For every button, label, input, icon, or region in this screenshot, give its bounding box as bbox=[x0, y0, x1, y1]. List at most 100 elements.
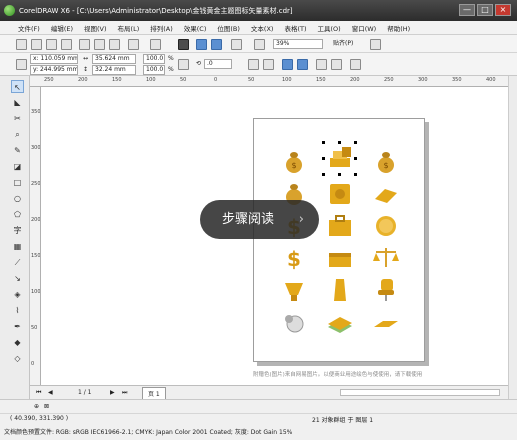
ruler-mark: 150 bbox=[316, 77, 326, 83]
money-bag-icon[interactable]: $ bbox=[281, 149, 307, 175]
redo-icon[interactable] bbox=[150, 39, 161, 50]
maximize-button[interactable]: □ bbox=[477, 4, 493, 16]
gold-bar-flat-icon[interactable] bbox=[373, 309, 399, 335]
smart-fill-tool-icon[interactable]: ◪ bbox=[11, 160, 24, 173]
crop-tool-icon[interactable]: ✂ bbox=[11, 112, 24, 125]
lock-ratio-icon[interactable] bbox=[178, 59, 189, 70]
mirror-vertical-icon[interactable] bbox=[263, 59, 274, 70]
blend-tool-icon[interactable]: ◈ bbox=[11, 288, 24, 301]
zoom-level-select[interactable]: 39% bbox=[273, 39, 323, 49]
pick-tool-icon[interactable]: ↖ bbox=[11, 80, 24, 93]
connector-tool-icon[interactable]: ↘ bbox=[11, 272, 24, 285]
snap-to-dropdown[interactable]: 贴齐(P) bbox=[333, 40, 353, 48]
print-icon[interactable] bbox=[61, 39, 72, 50]
menu-window[interactable]: 窗口(W) bbox=[352, 23, 377, 33]
freehand-tool-icon[interactable]: ✎ bbox=[11, 144, 24, 157]
undo-icon[interactable] bbox=[128, 39, 139, 50]
zoom-tool-icon[interactable]: ⌕ bbox=[11, 128, 24, 141]
table-tool-icon[interactable]: ▦ bbox=[11, 240, 24, 253]
open-icon[interactable] bbox=[31, 39, 42, 50]
menu-arrange[interactable]: 排列(A) bbox=[150, 23, 173, 33]
object-origin-icon[interactable] bbox=[16, 59, 27, 70]
menu-layout[interactable]: 布局(L) bbox=[118, 23, 140, 33]
outline-pen-tool-icon[interactable]: ✒ bbox=[11, 320, 24, 333]
prev-page-icon[interactable]: ◀ bbox=[48, 389, 53, 396]
gold-coin-icon[interactable] bbox=[373, 213, 399, 239]
width-field[interactable]: 35.624 mm bbox=[92, 54, 136, 64]
next-page-icon[interactable]: ▶ bbox=[110, 389, 115, 396]
combine-icon[interactable] bbox=[316, 59, 327, 70]
ruler-mark: 100 bbox=[31, 289, 41, 295]
color-profile-info[interactable]: 文档颜色预置文件: RGB: sRGB IEC61966-2.1; CMYK: … bbox=[4, 427, 292, 436]
dollar-sign-icon[interactable]: $ bbox=[281, 245, 307, 271]
welcome-screen-icon[interactable] bbox=[254, 39, 265, 50]
briefcase-icon[interactable] bbox=[327, 213, 353, 239]
horizontal-scrollbar[interactable] bbox=[340, 389, 500, 396]
import-icon[interactable] bbox=[196, 39, 207, 50]
ruler-mark: 0 bbox=[31, 361, 35, 367]
cut-icon[interactable] bbox=[79, 39, 90, 50]
menu-file[interactable]: 文件(F) bbox=[18, 23, 40, 33]
close-button[interactable]: × bbox=[495, 4, 511, 16]
y-position-field[interactable]: y: 244.995 mm bbox=[30, 65, 78, 75]
scale-y-field[interactable]: 100.0 bbox=[143, 65, 165, 75]
shape-tool-icon[interactable]: ◣ bbox=[11, 96, 24, 109]
x-position-field[interactable]: x: 110.059 mm bbox=[30, 54, 78, 64]
gold-bar-icon[interactable] bbox=[327, 277, 353, 303]
menu-table[interactable]: 表格(T) bbox=[284, 23, 306, 33]
menu-bitmaps[interactable]: 位图(B) bbox=[217, 23, 240, 33]
gold-bars-icon[interactable] bbox=[327, 145, 353, 171]
export-icon[interactable] bbox=[211, 39, 222, 50]
money-bag-icon[interactable]: $ bbox=[373, 149, 399, 175]
interactive-fill-tool-icon[interactable]: ◇ bbox=[11, 352, 24, 365]
stopwatch-icon[interactable] bbox=[281, 309, 307, 335]
rectangle-tool-icon[interactable]: □ bbox=[11, 176, 24, 189]
selection-info: 21 对象群组 于 图层 1 bbox=[312, 417, 374, 424]
step-reading-button[interactable]: 步骤阅读 › bbox=[200, 200, 319, 239]
ellipse-tool-icon[interactable]: ○ bbox=[11, 192, 24, 205]
save-icon[interactable] bbox=[46, 39, 57, 50]
zoom-icon[interactable]: ⊕ bbox=[34, 403, 39, 410]
group-icon[interactable] bbox=[282, 59, 293, 70]
copy-icon[interactable] bbox=[94, 39, 105, 50]
menu-tools[interactable]: 工具(O) bbox=[318, 23, 341, 33]
paste-icon[interactable] bbox=[109, 39, 120, 50]
mirror-horizontal-icon[interactable] bbox=[248, 59, 259, 70]
dimension-tool-icon[interactable]: ⟋ bbox=[11, 256, 24, 269]
vertical-ruler[interactable]: 350 300 250 200 150 100 50 0 bbox=[30, 87, 41, 385]
to-front-icon[interactable] bbox=[350, 59, 361, 70]
menu-text[interactable]: 文本(X) bbox=[251, 23, 274, 33]
horizontal-ruler[interactable]: 250 200 150 100 50 0 50 100 150 200 250 … bbox=[30, 76, 508, 87]
text-tool-icon[interactable]: 字 bbox=[11, 224, 24, 237]
gold-coin-icon[interactable] bbox=[373, 181, 399, 207]
rotation-angle-field[interactable]: .0 bbox=[204, 59, 232, 69]
polygon-tool-icon[interactable]: ⬠ bbox=[11, 208, 24, 221]
minimize-button[interactable]: — bbox=[459, 4, 475, 16]
last-page-icon[interactable]: ⏭ bbox=[122, 389, 127, 397]
document-page[interactable]: $ $ $ $ bbox=[253, 118, 425, 362]
application-launcher-icon[interactable] bbox=[231, 39, 242, 50]
height-field[interactable]: 32.24 mm bbox=[92, 65, 136, 75]
menu-effects[interactable]: 效果(C) bbox=[184, 23, 207, 33]
ungroup-icon[interactable] bbox=[297, 59, 308, 70]
menu-help[interactable]: 帮助(H) bbox=[387, 23, 410, 33]
first-page-icon[interactable]: ⏮ bbox=[36, 389, 41, 397]
new-document-icon[interactable] bbox=[16, 39, 27, 50]
fill-tool-icon[interactable]: ◆ bbox=[11, 336, 24, 349]
search-content-icon[interactable] bbox=[178, 39, 189, 50]
options-icon[interactable] bbox=[370, 39, 381, 50]
safe-box-icon[interactable] bbox=[327, 181, 353, 207]
balance-scale-icon[interactable] bbox=[373, 245, 399, 271]
break-apart-icon[interactable] bbox=[331, 59, 342, 70]
menu-edit[interactable]: 编辑(E) bbox=[51, 23, 73, 33]
scale-x-field[interactable]: 100.0 bbox=[143, 54, 165, 64]
cash-stack-icon[interactable] bbox=[327, 309, 353, 335]
page-counter: 1 / 1 bbox=[78, 389, 92, 396]
vertical-scrollbar[interactable] bbox=[508, 76, 517, 399]
gold-briefcase-icon[interactable] bbox=[327, 245, 353, 271]
eyedropper-tool-icon[interactable]: ⌇ bbox=[11, 304, 24, 317]
office-chair-icon[interactable] bbox=[373, 277, 399, 303]
menu-view[interactable]: 视图(V) bbox=[84, 23, 107, 33]
pan-icon[interactable]: ⊠ bbox=[44, 403, 49, 410]
trophy-icon[interactable] bbox=[281, 277, 307, 303]
